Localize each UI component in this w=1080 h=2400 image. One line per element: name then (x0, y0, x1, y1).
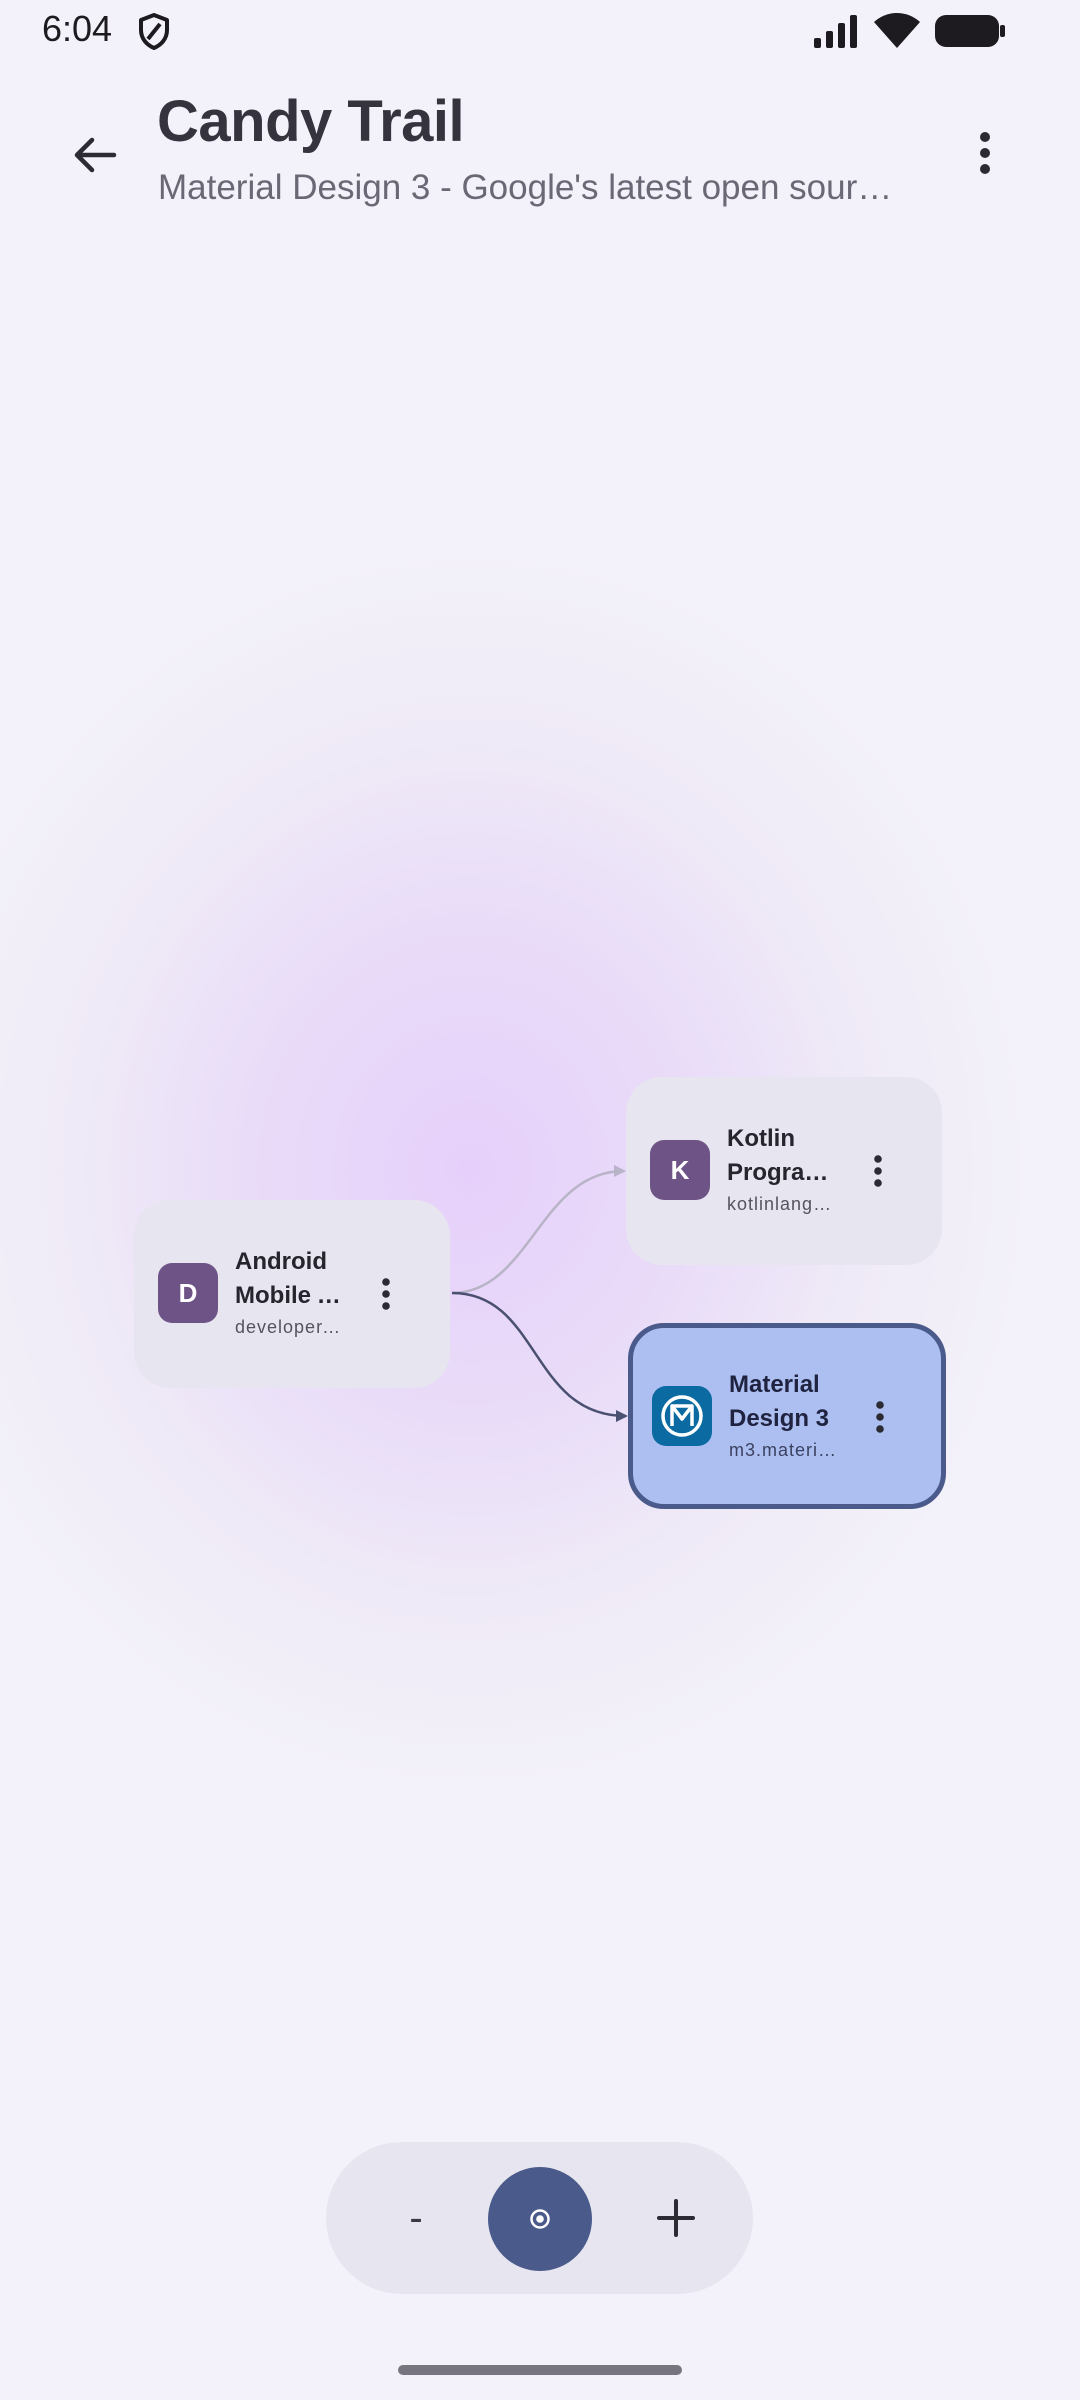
edge-arrowhead-kotlin (614, 1165, 626, 1177)
more-vert-icon (876, 1401, 884, 1433)
trail-node-kotlin[interactable]: K Kotlin Programming Language kotlinlang… (626, 1077, 942, 1265)
zoom-controls: - (326, 2142, 753, 2294)
recenter-icon (530, 2209, 550, 2229)
edge-android-material (451, 1291, 627, 1418)
edge-arrowhead-material (616, 1410, 628, 1422)
node-domain: developer.android.com (235, 1317, 343, 1337)
more-vert-icon (874, 1155, 882, 1187)
node-menu-button[interactable] (858, 1141, 898, 1201)
node-avatar: K (650, 1140, 710, 1200)
more-vert-icon (382, 1278, 390, 1310)
node-menu-button[interactable] (860, 1387, 900, 1447)
trail-node-material-selected[interactable]: Material Design 3 m3.material.io (628, 1323, 946, 1509)
plus-icon (657, 2199, 695, 2237)
node-title: Kotlin Programming Language (727, 1125, 845, 1186)
home-indicator[interactable] (398, 2365, 682, 2375)
edge-android-kotlin (451, 1169, 625, 1295)
node-menu-button[interactable] (366, 1264, 406, 1324)
node-avatar: D (158, 1263, 218, 1323)
zoom-in-button[interactable] (626, 2168, 726, 2268)
node-title: Material Design 3 (729, 1371, 830, 1432)
node-domain: kotlinlang.org (727, 1194, 835, 1214)
material-logo-icon (661, 1395, 703, 1437)
node-title: Android Mobile App Development (235, 1248, 353, 1309)
node-avatar (652, 1386, 712, 1446)
zoom-out-button[interactable]: - (366, 2168, 466, 2268)
recenter-button[interactable] (488, 2167, 592, 2271)
node-domain: m3.material.io (729, 1440, 837, 1460)
trail-node-android[interactable]: D Android Mobile App Development develop… (134, 1200, 450, 1388)
